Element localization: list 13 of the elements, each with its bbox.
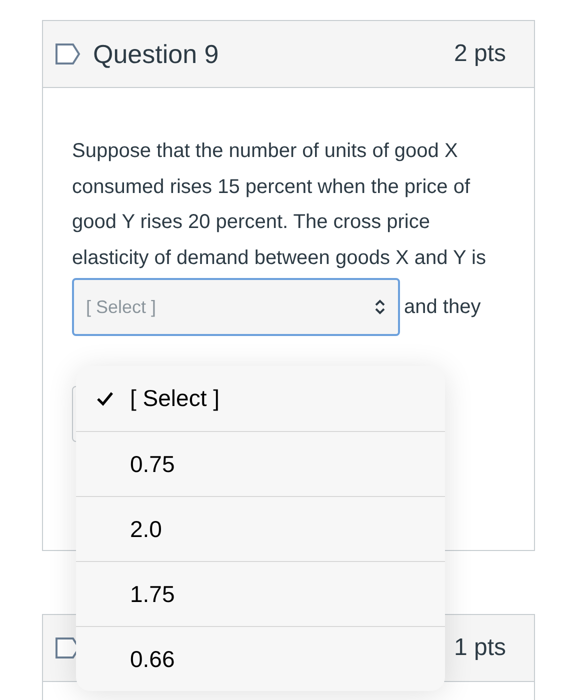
menu-option[interactable]: 0.75 xyxy=(76,431,445,496)
menu-option[interactable]: [ Select ] xyxy=(76,366,445,431)
question-points: 2 pts xyxy=(454,39,506,69)
question-points: 1 pts xyxy=(454,633,506,663)
flag-icon xyxy=(55,43,81,65)
question-text: Suppose that the number of units of good X consumed rises 15 percent when the price of good Y rises 20 percent. The cross price elasticity of demand between goods X and Y is xyxy=(72,139,487,270)
chevron-updown-icon xyxy=(374,299,386,315)
menu-option[interactable]: 2.0 xyxy=(76,496,445,561)
question-title: Question 9 xyxy=(93,38,220,70)
menu-option[interactable]: 1.75 xyxy=(76,561,445,626)
menu-option[interactable]: 0.66 xyxy=(76,626,445,691)
question-text-continued: and they xyxy=(404,295,481,320)
checkmark-icon xyxy=(96,390,114,406)
